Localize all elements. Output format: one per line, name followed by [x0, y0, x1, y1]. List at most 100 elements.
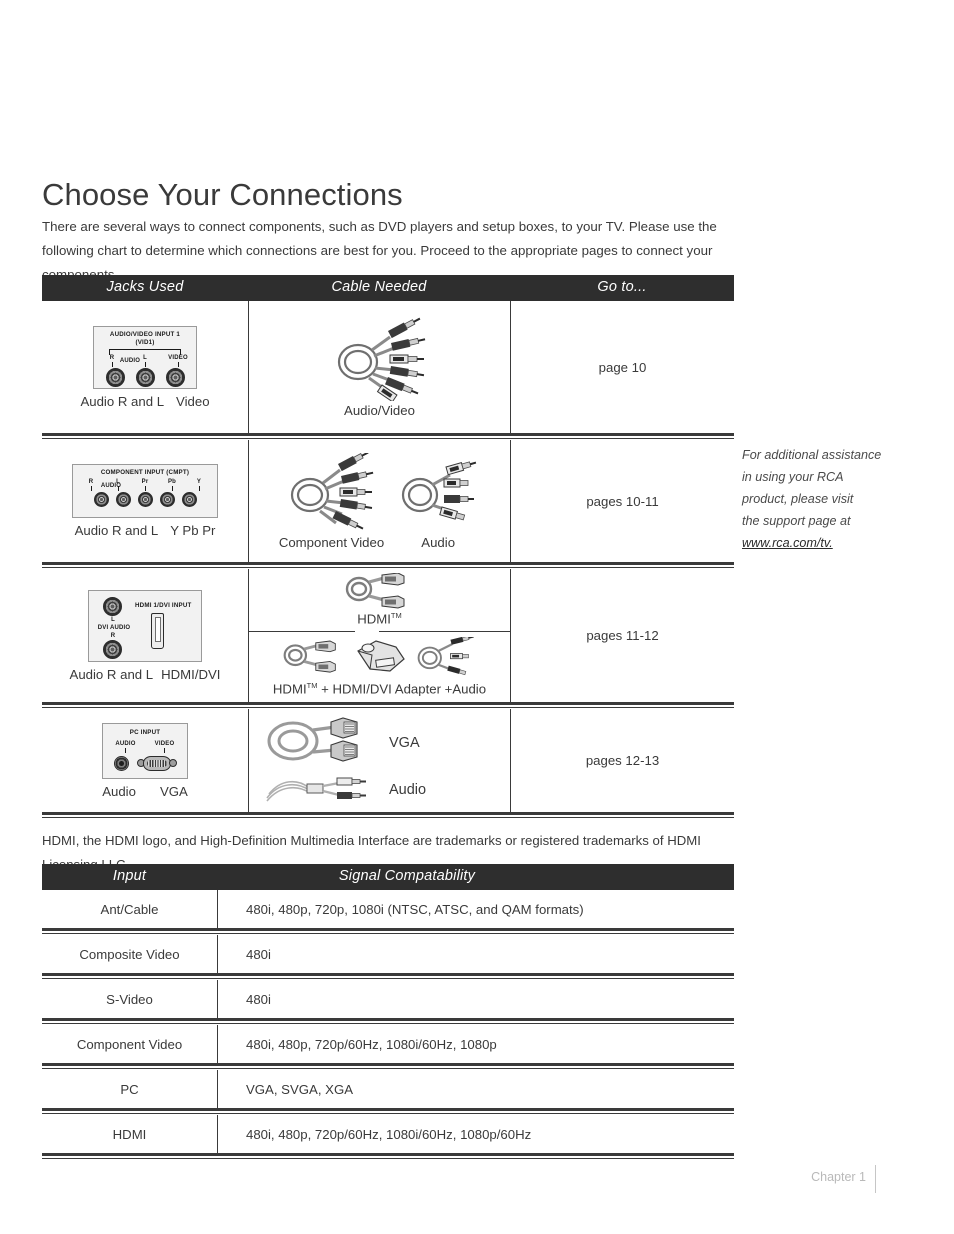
row-cable-cell: Component Video Audio: [248, 440, 510, 562]
audio-mini-jack-icon: [113, 755, 129, 771]
jack-label: VIDEO: [168, 354, 188, 361]
page-footer: Chapter 1: [0, 1165, 954, 1195]
footer-divider: [875, 1165, 876, 1193]
row-cable-cell: VGA Audio: [248, 709, 510, 812]
jacks-caption: Audio R and L HDMI/DVI: [70, 667, 221, 682]
cable-caption: Audio: [389, 781, 427, 798]
panel-title-line2: (VID1): [135, 338, 155, 346]
row-jacks-cell: PC INPUT AUDIO VIDEO Audio VGA: [42, 709, 248, 812]
jacks-caption-part: VGA: [159, 783, 188, 799]
hdmi-dvi-input-panel-icon: L DVI AUDIO R HDMI 1/DVI INPUT: [88, 589, 202, 662]
signal-value: 480i: [217, 980, 734, 1018]
page-title: Choose Your Connections: [42, 176, 403, 212]
jacks-caption: Audio R and L Y Pb Pr: [75, 523, 216, 538]
cable-caption: Audio/Video: [344, 402, 415, 418]
rca-jack-icon: [159, 492, 175, 507]
signal-input-label: S-Video: [106, 991, 153, 1007]
chapter-label: Chapter 1: [811, 1170, 866, 1184]
signal-value: VGA, SVGA, XGA: [217, 1070, 734, 1108]
audio-cable-icon: [417, 637, 474, 676]
table-row: PC VGA, SVGA, XGA: [42, 1070, 734, 1108]
signal-input-label: PC: [120, 1081, 139, 1097]
row-jacks-cell: COMPONENT INPUT (CMPT) R L Pr Pb Y AUDIO…: [42, 440, 248, 562]
row-divider: [42, 1063, 734, 1070]
table-row: AUDIO/VIDEO INPUT 1 (VID1) R L VIDEO AUD…: [42, 301, 734, 433]
component-input-panel-icon: COMPONENT INPUT (CMPT) R L Pr Pb Y AUDIO: [72, 464, 218, 518]
audio-cable-icon: [402, 460, 477, 520]
row-divider: [42, 702, 734, 709]
trademark-superscript: TM: [390, 611, 402, 621]
rca-jack-icon: [181, 492, 197, 507]
jacks-caption-part: Audio R and L: [80, 393, 165, 409]
row-divider: [42, 928, 734, 935]
goto-reference: pages 10-11: [586, 493, 659, 509]
signal-value: 480i, 480p, 720p/60Hz, 1080i/60Hz, 1080p: [217, 1025, 734, 1063]
rca-jack-icon: [165, 367, 185, 387]
signal-input-label: Component Video: [76, 1036, 183, 1052]
column-header-jacks-used: Jacks Used: [106, 279, 184, 295]
rca-jack-icon: [103, 596, 122, 616]
support-link[interactable]: www.rca.com/tv.: [742, 532, 932, 554]
vga-port-icon: [136, 755, 177, 772]
signal-value: 480i: [217, 935, 734, 973]
row-goto-cell: pages 10-11: [510, 440, 734, 562]
rca-jack-icon: [105, 367, 125, 387]
cable-caption-hdmi: HDMITM: [357, 611, 402, 626]
cable-caption: Audio: [421, 534, 456, 550]
side-note-line: For additional assistance: [742, 448, 882, 462]
side-note-line: product, please visit: [742, 492, 854, 506]
jacks-caption: Audio R and L Video: [80, 394, 209, 409]
jack-label: R: [110, 632, 116, 639]
side-note-line: the support page at: [742, 514, 851, 528]
table-row: HDMI 480i, 480p, 720p/60Hz, 1080i/60Hz, …: [42, 1115, 734, 1153]
column-header-signal-compatability: Signal Compatability: [338, 868, 476, 884]
row-cable-cell-split: HDMITM HDMITM + HDMI/DVI Adapter +Audio: [248, 569, 511, 702]
caption-plus: +: [321, 681, 329, 697]
jack-label: Y: [196, 479, 202, 485]
table-row: Component Video 480i, 480p, 720p/60Hz, 1…: [42, 1025, 734, 1063]
signal-value: 480i, 480p, 720p/60Hz, 1080i/60Hz, 1080p…: [217, 1115, 734, 1153]
caption-part-audio: Audio: [452, 681, 487, 697]
jack-label-audio: AUDIO: [119, 357, 141, 364]
table-row: L DVI AUDIO R HDMI 1/DVI INPUT Audio R a…: [42, 569, 734, 702]
jack-label: AUDIO: [115, 740, 136, 747]
connections-table: Jacks Used Cable Needed Go to... AUDIO/V…: [42, 275, 734, 819]
table-bottom-divider: [42, 1153, 734, 1160]
row-jacks-cell: AUDIO/VIDEO INPUT 1 (VID1) R L VIDEO AUD…: [42, 301, 248, 433]
row-jacks-cell: L DVI AUDIO R HDMI 1/DVI INPUT Audio R a…: [42, 569, 248, 702]
signal-input-label: Composite Video: [79, 946, 180, 962]
jack-label: VIDEO: [154, 740, 175, 747]
caption-part-hdmi: HDMI: [272, 681, 307, 697]
jack-label: Pb: [167, 479, 177, 485]
trademark-superscript: TM: [306, 681, 318, 691]
hdmi-adapter-option: HDMITM + HDMI/DVI Adapter +Audio: [249, 632, 510, 702]
column-header-go-to: Go to...: [597, 279, 647, 295]
panel-title-line1: AUDIO/VIDEO INPUT 1: [109, 330, 181, 338]
panel-title-line1: HDMI 1/DVI INPUT: [135, 601, 192, 609]
pc-input-panel-icon: PC INPUT AUDIO VIDEO: [102, 722, 188, 779]
hdmi-only-option: HDMITM: [249, 569, 510, 631]
row-cable-cell: Audio/Video: [248, 301, 510, 433]
jack-label: Pr: [141, 479, 149, 485]
cable-caption-hdmi-adapter: HDMITM + HDMI/DVI Adapter +Audio: [273, 681, 486, 696]
cable-caption: VGA: [389, 734, 420, 751]
side-note: For additional assistance in using your …: [742, 444, 932, 554]
table-row: COMPONENT INPUT (CMPT) R L Pr Pb Y AUDIO…: [42, 440, 734, 562]
row-goto-cell: page 10: [510, 301, 734, 433]
hdmi-cable-icon: [345, 573, 404, 609]
row-goto-cell: pages 11-12: [510, 569, 734, 702]
signal-value: 480i, 480p, 720p, 1080i (NTSC, ATSC, and…: [217, 890, 734, 928]
pc-audio-cable-icon: [266, 777, 366, 802]
connections-table-header: Jacks Used Cable Needed Go to...: [42, 275, 734, 301]
jack-label-audio: AUDIO: [100, 483, 122, 489]
rca-jack-icon: [93, 492, 109, 507]
rca-jack-icon: [103, 639, 122, 659]
jacks-caption-part: Y Pb Pr: [170, 523, 216, 538]
table-row: S-Video 480i: [42, 980, 734, 1018]
jacks-caption-part: Audio: [102, 783, 136, 799]
panel-title-line1: PC INPUT: [129, 728, 161, 736]
panel-title-line1: COMPONENT INPUT (CMPT): [100, 469, 190, 476]
av-cable-icon: [337, 317, 425, 401]
goto-reference: page 10: [598, 359, 647, 375]
row-divider: [42, 433, 734, 440]
